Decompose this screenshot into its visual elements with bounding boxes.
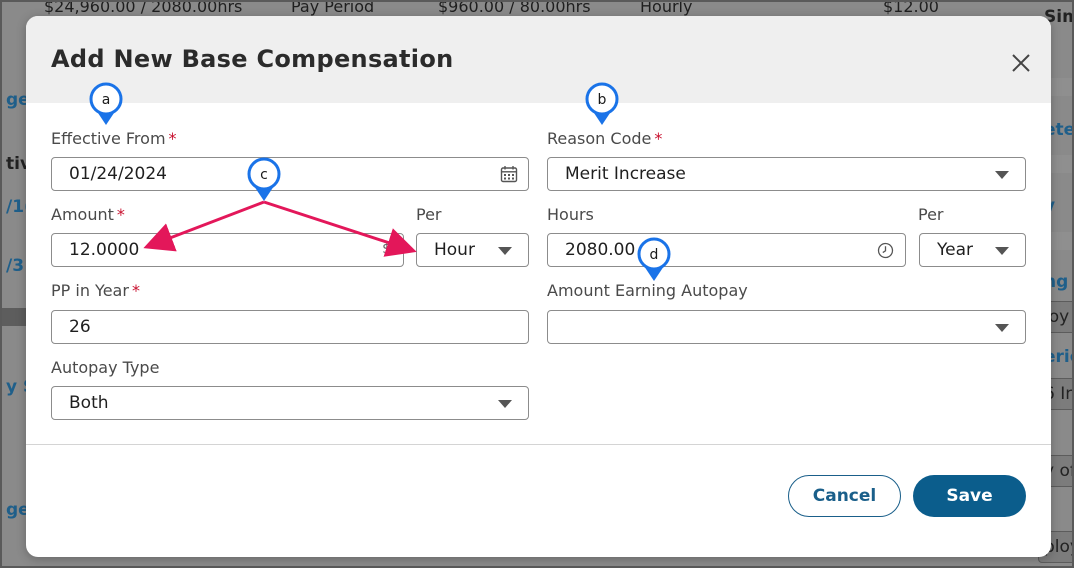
amount-label-text: Amount [51, 205, 114, 224]
per-amount-label: Per [416, 205, 442, 224]
dollar-icon: $ [382, 241, 391, 257]
autopay-type-label: Autopay Type [51, 358, 160, 377]
amount-input[interactable]: 12.0000 $ [51, 233, 404, 267]
dialog-title: Add New Base Compensation [51, 45, 454, 73]
bg-annual-amount: $24,960.00 / 2080.00hrs [44, 2, 243, 16]
effective-from-label-text: Effective From [51, 129, 166, 148]
bg-pay-period: Pay Period [291, 2, 375, 16]
reason-code-label-text: Reason Code [547, 129, 652, 148]
close-icon [1012, 54, 1030, 72]
required-marker: * [116, 205, 125, 224]
required-marker: * [654, 129, 663, 148]
effective-from-label: Effective From * [51, 129, 177, 148]
reason-code-value: Merit Increase [565, 164, 686, 184]
calendar-icon[interactable] [500, 165, 518, 187]
chevron-down-icon [498, 400, 512, 408]
pp-in-year-value: 26 [69, 317, 91, 337]
footer-divider [26, 444, 1051, 445]
required-marker: * [168, 129, 177, 148]
effective-from-value: 01/24/2024 [69, 164, 167, 184]
reason-code-select[interactable]: Merit Increase [547, 157, 1026, 191]
per-amount-select[interactable]: Hour [416, 233, 529, 267]
chevron-down-icon [498, 247, 512, 255]
amount-label: Amount * [51, 205, 125, 224]
hours-label: Hours [547, 205, 594, 224]
autopay-type-value: Both [69, 393, 109, 413]
amount-value: 12.0000 [69, 240, 140, 260]
add-base-compensation-dialog: Add New Base Compensation Effective From… [26, 16, 1051, 557]
pp-in-year-label: PP in Year * [51, 281, 140, 300]
bg-rate: $12.00 [883, 2, 939, 16]
per-hours-select[interactable]: Year [919, 233, 1026, 267]
chevron-down-icon [995, 247, 1009, 255]
bg-hourly: Hourly [640, 2, 693, 16]
dialog-header: Add New Base Compensation [26, 16, 1051, 103]
bg-period-amount: $960.00 / 80.00hrs [438, 2, 591, 16]
pp-in-year-input[interactable]: 26 [51, 310, 529, 344]
hours-value: 2080.00 [565, 240, 636, 260]
chevron-down-icon [995, 171, 1009, 179]
amount-earning-autopay-label: Amount Earning Autopay [547, 281, 748, 300]
hours-input[interactable]: 2080.00 [547, 233, 906, 267]
save-button[interactable]: Save [913, 475, 1026, 517]
close-button[interactable] [1008, 50, 1034, 76]
per-hours-label: Per [918, 205, 944, 224]
reason-code-label: Reason Code * [547, 129, 662, 148]
chevron-down-icon [995, 324, 1009, 332]
bg-left-frag: /3 [6, 256, 25, 276]
required-marker: * [131, 281, 140, 300]
per-hours-value: Year [937, 240, 973, 260]
amount-earning-autopay-select[interactable] [547, 310, 1026, 344]
cancel-button[interactable]: Cancel [788, 475, 901, 517]
autopay-type-select[interactable]: Both [51, 386, 529, 420]
effective-from-input[interactable]: 01/24/2024 [51, 157, 529, 191]
pp-in-year-label-text: PP in Year [51, 281, 129, 300]
clock-icon [877, 242, 894, 263]
per-amount-value: Hour [434, 240, 475, 260]
background-left-column: ge tiv /1( /3 y S ge [2, 2, 35, 566]
